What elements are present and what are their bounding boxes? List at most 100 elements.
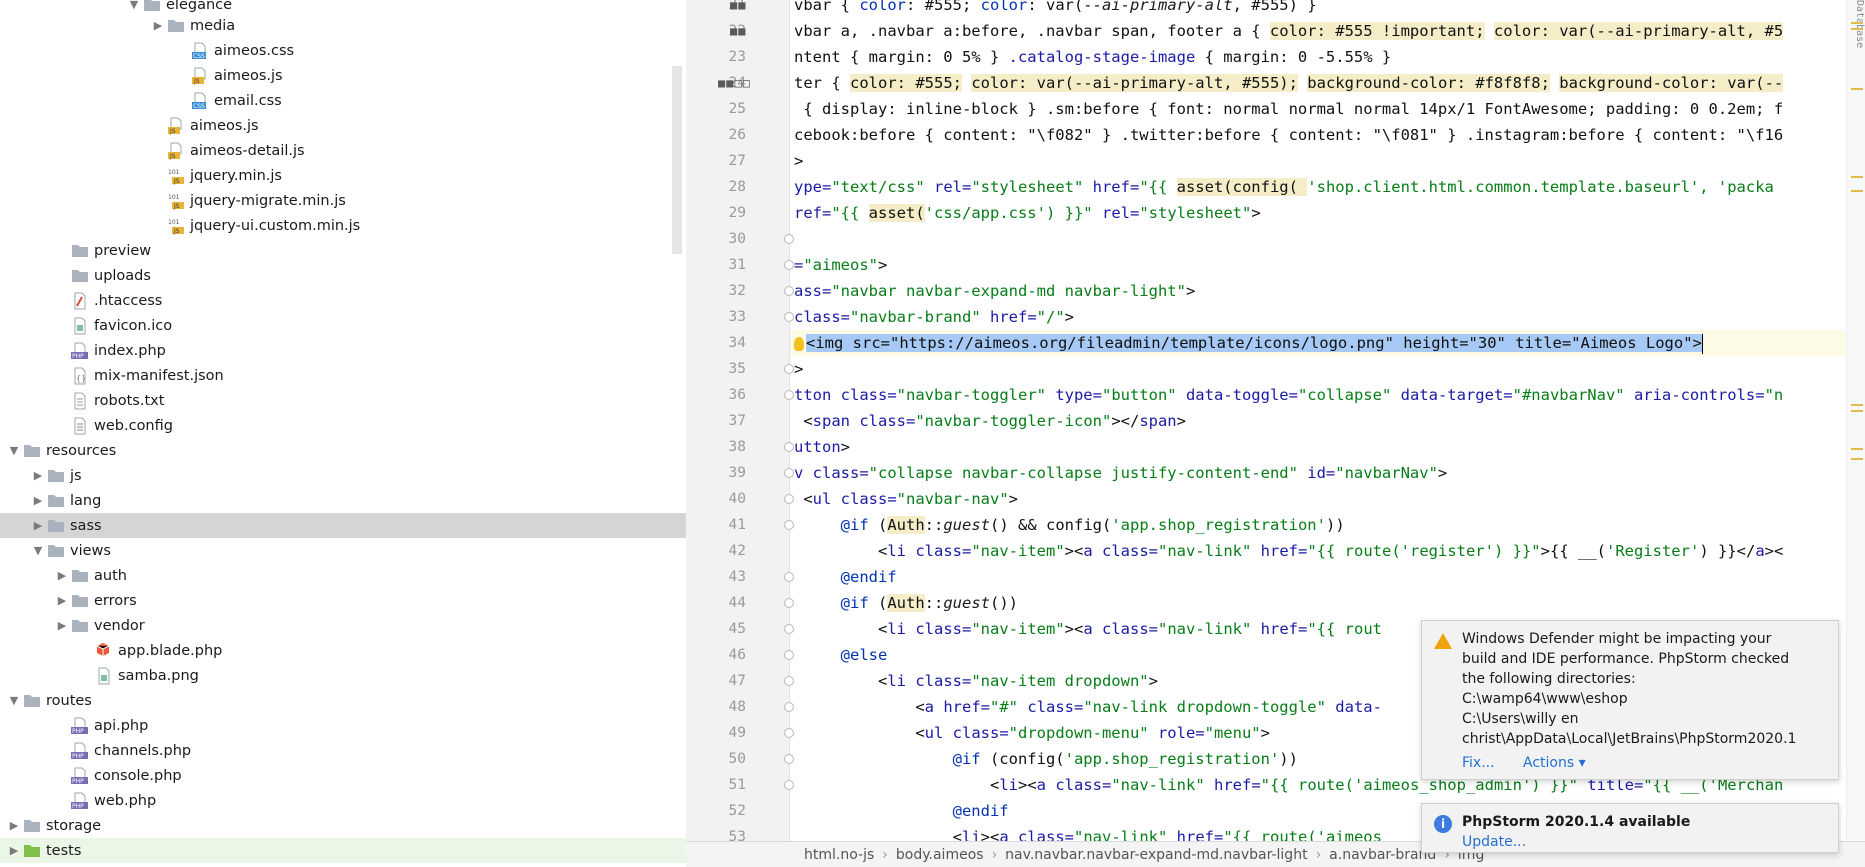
tree-item-errors[interactable]: ▶ errors xyxy=(0,588,686,613)
tree-item-auth[interactable]: ▶ auth xyxy=(0,563,686,588)
collapsed-arrow-icon[interactable]: ▶ xyxy=(150,13,166,38)
collapsed-arrow-icon[interactable]: ▶ xyxy=(30,488,46,513)
tree-item-tests[interactable]: ▶ tests xyxy=(0,838,686,863)
code-token: class= xyxy=(840,490,897,508)
tree-item-web-config[interactable]: web.config xyxy=(0,413,686,438)
expanded-arrow-icon[interactable]: ▼ xyxy=(6,438,22,463)
code-line[interactable]: { display: inline-block } .sm:before { f… xyxy=(790,96,1845,122)
code-line[interactable]: <ul class="navbar-nav"> xyxy=(790,486,1845,512)
tree-item-aimeos-detail-js[interactable]: JS aimeos-detail.js xyxy=(0,138,686,163)
collapsed-arrow-icon[interactable]: ▶ xyxy=(54,563,70,588)
collapsed-arrow-icon[interactable]: ▶ xyxy=(54,588,70,613)
collapsed-arrow-icon[interactable]: ▶ xyxy=(54,613,70,638)
scrollbar-marker[interactable] xyxy=(1851,176,1863,178)
color-swatch-icon[interactable]: ■■ xyxy=(730,18,746,44)
code-line[interactable]: @if (Auth::guest()) xyxy=(790,590,1845,616)
code-line[interactable]: ype="text/css" rel="stylesheet" href="{{… xyxy=(790,174,1845,200)
code-line[interactable]: tton class="navbar-toggler" type="button… xyxy=(790,382,1845,408)
scrollbar-marker[interactable] xyxy=(1851,22,1863,24)
collapsed-arrow-icon[interactable]: ▶ xyxy=(30,513,46,538)
tree-item--htaccess[interactable]: .htaccess xyxy=(0,288,686,313)
code-line[interactable]: ref="{{ asset('css/app.css') }}" rel="st… xyxy=(790,200,1845,226)
tree-item-media[interactable]: ▶ media xyxy=(0,13,686,38)
color-swatch-icon[interactable]: ■■ xyxy=(730,0,746,18)
code-line[interactable]: <span class="navbar-toggler-icon"></span… xyxy=(790,408,1845,434)
code-line[interactable]: <img src="https://aimeos.org/fileadmin/t… xyxy=(790,330,1845,356)
tree-item-preview[interactable]: preview xyxy=(0,238,686,263)
code-line[interactable]: <li class="nav-item"><a class="nav-link"… xyxy=(790,538,1845,564)
tree-item-aimeos-css[interactable]: CSS aimeos.css xyxy=(0,38,686,63)
tree-item-robots-txt[interactable]: robots.txt xyxy=(0,388,686,413)
collapsed-arrow-icon[interactable]: ▶ xyxy=(6,813,22,838)
tree-item-vendor[interactable]: ▶ vendor xyxy=(0,613,686,638)
scrollbar-marker[interactable] xyxy=(1851,404,1863,406)
code-line[interactable]: vbar a, .navbar a:before, .navbar span, … xyxy=(790,18,1845,44)
database-tool-tab[interactable]: Database xyxy=(1854,0,1865,48)
code-line[interactable]: vbar { color: #555; color: var(--ai-prim… xyxy=(790,0,1845,18)
tree-item-sass[interactable]: ▶ sass xyxy=(0,513,686,538)
scrollbar-marker[interactable] xyxy=(1851,28,1863,30)
scrollbar-marker[interactable] xyxy=(1851,88,1863,90)
tree-item-jquery-migrate-min-js[interactable]: 101 JS jquery-migrate.min.js xyxy=(0,188,686,213)
tree-item-lang[interactable]: ▶ lang xyxy=(0,488,686,513)
code-line[interactable]: utton> xyxy=(790,434,1845,460)
code-token: asset( xyxy=(868,204,925,222)
line-number: 45 xyxy=(728,621,746,637)
scrollbar-marker[interactable] xyxy=(1851,458,1863,460)
scrollbar-marker[interactable] xyxy=(1851,448,1863,450)
tree-item-label: sass xyxy=(70,517,102,534)
tree-item-web-php[interactable]: PHP web.php xyxy=(0,788,686,813)
breadcrumb-item[interactable]: nav.navbar.navbar-expand-md.navbar-light xyxy=(1005,847,1307,863)
code-line[interactable]: > xyxy=(790,148,1845,174)
color-swatch-icon[interactable]: ■■□□ xyxy=(718,70,751,96)
tree-item-console-php[interactable]: PHP console.php xyxy=(0,763,686,788)
tree-item-channels-php[interactable]: PHP channels.php xyxy=(0,738,686,763)
tree-item-samba-png[interactable]: samba.png xyxy=(0,663,686,688)
tree-item-api-php[interactable]: PHP api.php xyxy=(0,713,686,738)
code-line[interactable]: cebook:before { content: "\f082" } .twit… xyxy=(790,122,1845,148)
tree-item-aimeos-js[interactable]: JS aimeos.js xyxy=(0,63,686,88)
expanded-arrow-icon[interactable]: ▼ xyxy=(6,688,22,713)
tree-item-index-php[interactable]: PHP index.php xyxy=(0,338,686,363)
tree-item-routes[interactable]: ▼ routes xyxy=(0,688,686,713)
scrollbar-marker[interactable] xyxy=(1851,190,1863,192)
code-token: Auth xyxy=(887,594,925,612)
tree-item-resources[interactable]: ▼ resources xyxy=(0,438,686,463)
tree-item-aimeos-js[interactable]: JS aimeos.js xyxy=(0,113,686,138)
code-token: > xyxy=(1064,308,1074,326)
actions-dropdown[interactable]: Actions ▾ xyxy=(1523,755,1586,771)
code-line[interactable]: ="aimeos"> xyxy=(790,252,1845,278)
tree-item-js[interactable]: ▶ js xyxy=(0,463,686,488)
breadcrumb-item[interactable]: body.aimeos xyxy=(896,847,984,863)
code-line[interactable]: v class="collapse navbar-collapse justif… xyxy=(790,460,1845,486)
code-line[interactable]: @endif xyxy=(790,564,1845,590)
code-line[interactable]: ter { color: #555; color: var(--ai-prima… xyxy=(790,70,1845,96)
tree-item-favicon-ico[interactable]: favicon.ico xyxy=(0,313,686,338)
scrollbar-marker[interactable] xyxy=(1851,410,1863,412)
lightbulb-icon[interactable] xyxy=(794,336,804,351)
expanded-arrow-icon[interactable]: ▼ xyxy=(30,538,46,563)
tree-item-views[interactable]: ▼ views xyxy=(0,538,686,563)
tree-scrollbar-thumb[interactable] xyxy=(672,66,682,254)
line-number: 32 xyxy=(728,283,746,299)
tree-item-jquery-min-js[interactable]: 101 JS jquery.min.js xyxy=(0,163,686,188)
tree-item-jquery-ui-custom-min-js[interactable]: 101 JS jquery-ui.custom.min.js xyxy=(0,213,686,238)
code-line[interactable]: ass="navbar navbar-expand-md navbar-ligh… xyxy=(790,278,1845,304)
code-line[interactable]: class="navbar-brand" href="/"> xyxy=(790,304,1845,330)
editor-scrollbar[interactable]: Database xyxy=(1846,0,1865,841)
code-line[interactable] xyxy=(790,226,1845,252)
code-line[interactable]: ntent { margin: 0 5% } .catalog-stage-im… xyxy=(790,44,1845,70)
code-line[interactable]: > xyxy=(790,356,1845,382)
collapsed-arrow-icon[interactable]: ▶ xyxy=(30,463,46,488)
tree-item-email-css[interactable]: CSS email.css xyxy=(0,88,686,113)
fix-link[interactable]: Fix... xyxy=(1462,755,1495,771)
tree-item-uploads[interactable]: uploads xyxy=(0,263,686,288)
update-link[interactable]: Update... xyxy=(1462,832,1804,852)
tree-item-storage[interactable]: ▶ storage xyxy=(0,813,686,838)
breadcrumb-item[interactable]: html.no-js xyxy=(804,847,874,863)
code-line[interactable]: @if (Auth::guest() && config('app.shop_r… xyxy=(790,512,1845,538)
tree-item-label: routes xyxy=(46,692,92,709)
tree-item-app-blade-php[interactable]: app.blade.php xyxy=(0,638,686,663)
collapsed-arrow-icon[interactable]: ▶ xyxy=(6,838,22,863)
tree-item-mix-manifest-json[interactable]: {} mix-manifest.json xyxy=(0,363,686,388)
